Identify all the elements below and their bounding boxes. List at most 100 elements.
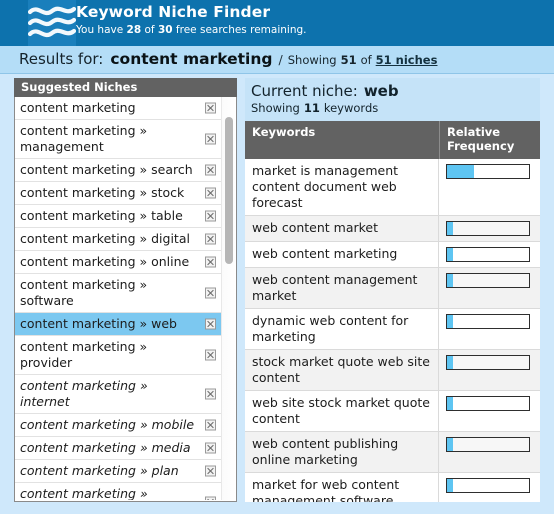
column-header-keywords[interactable]: Keywords — [245, 121, 439, 159]
frequency-bar-fill — [447, 479, 453, 492]
close-x-icon[interactable] — [205, 233, 216, 245]
frequency-bar-fill — [447, 438, 453, 451]
sidebar-scrollbar-thumb[interactable] — [225, 117, 233, 264]
keyword-row[interactable]: web content publishing online marketing — [245, 432, 540, 473]
total-niches-link[interactable]: 51 niches — [376, 53, 438, 67]
searches-remaining-prefix: You have — [76, 24, 127, 36]
niche-list-item[interactable]: content marketing » online — [15, 251, 221, 274]
keywords-table-body: market is management content document we… — [245, 159, 540, 502]
niche-list-item-label: content marketing » online — [20, 254, 190, 269]
close-x-icon[interactable] — [205, 187, 216, 199]
current-niche-value: web — [363, 82, 399, 100]
close-x-icon[interactable] — [205, 349, 216, 361]
column-header-relative-frequency[interactable]: Relative Frequency — [439, 121, 540, 159]
frequency-bar-track — [446, 221, 530, 236]
close-x-icon[interactable] — [205, 102, 216, 114]
frequency-bar-fill — [447, 356, 453, 369]
niche-list-item-label: content marketing » search — [20, 162, 193, 177]
keyword-row[interactable]: web content management market — [245, 268, 540, 309]
frequency-bar-track — [446, 355, 530, 370]
frequency-bar-track — [446, 437, 530, 452]
niche-list-item[interactable]: content marketing » stock — [15, 182, 221, 205]
keyword-row[interactable]: web content marketing — [245, 242, 540, 268]
niche-list-item-label: content marketing » mobile — [20, 417, 195, 432]
niche-list-item-label: content marketing » internet — [20, 378, 148, 409]
close-x-icon[interactable] — [205, 164, 216, 176]
keyword-text: web content marketing — [245, 242, 439, 267]
water-waves-icon — [28, 0, 76, 46]
niche-list-item[interactable]: content marketing » provider — [15, 336, 221, 375]
niche-list-item[interactable]: content marketing » table — [15, 205, 221, 228]
keyword-text: web content management market — [245, 268, 439, 308]
niche-list-item[interactable]: content marketing » management — [15, 120, 221, 159]
frequency-bar-track — [446, 314, 530, 329]
close-x-icon[interactable] — [205, 388, 216, 400]
frequency-bar-track — [446, 396, 530, 411]
frequency-bar-fill — [447, 315, 453, 328]
relative-frequency-cell — [439, 391, 540, 431]
niche-list-item-label: content marketing — [20, 100, 136, 115]
keyword-row[interactable]: market is management content document we… — [245, 159, 540, 216]
niche-list-item[interactable]: content marketing » mobile — [15, 414, 221, 437]
frequency-bar-track — [446, 273, 530, 288]
frequency-bar-track — [446, 164, 530, 179]
niche-list-item-label: content marketing » table — [20, 208, 183, 223]
column-header-relative: Relative — [447, 125, 501, 139]
niche-list-item[interactable]: content marketing » search — [15, 159, 221, 182]
keyword-text: stock market quote web site content — [245, 350, 439, 390]
keyword-row[interactable]: dynamic web content for marketing — [245, 309, 540, 350]
relative-frequency-cell — [439, 216, 540, 241]
niche-list-item[interactable]: content marketing » plan — [15, 460, 221, 483]
keyword-row[interactable]: market for web content management softwa… — [245, 473, 540, 502]
niche-list-item-label: content marketing » plan — [20, 463, 179, 478]
close-x-icon[interactable] — [205, 210, 216, 222]
close-x-icon[interactable] — [205, 442, 216, 454]
sidebar-scrollbar[interactable] — [221, 97, 236, 500]
current-niche-prefix: Current niche: — [251, 82, 358, 100]
close-x-icon[interactable] — [205, 496, 216, 500]
niche-list-item[interactable]: content marketing — [15, 97, 221, 120]
searches-used-count: 28 — [126, 24, 142, 36]
keyword-text: web content market — [245, 216, 439, 241]
close-x-icon[interactable] — [205, 133, 216, 145]
niche-list-item-label: content marketing » provider — [20, 339, 148, 370]
keywords-table: Keywords Relative Frequency market is ma… — [245, 121, 540, 502]
current-niche-panel: Current niche: web Showing 11 keywords Keyw… — [245, 78, 540, 502]
niche-list-item-label: content marketing » software — [20, 277, 148, 308]
keyword-count-line: Showing 11 keywords — [251, 101, 540, 116]
keyword-count-prefix: Showing — [251, 101, 300, 115]
niche-list-item[interactable]: content marketing » software — [15, 274, 221, 313]
niche-list-item[interactable]: content marketing » company — [15, 483, 221, 500]
searches-remaining-suffix: free searches remaining. — [172, 24, 307, 36]
close-x-icon[interactable] — [205, 465, 216, 477]
close-x-icon[interactable] — [205, 287, 216, 299]
relative-frequency-cell — [439, 350, 540, 390]
results-showing-count: 51 — [340, 53, 357, 67]
keyword-text: market for web content management softwa… — [245, 473, 439, 502]
frequency-bar-fill — [447, 165, 475, 178]
niche-list-item[interactable]: content marketing » web — [15, 313, 221, 336]
searches-remaining-mid: of — [141, 24, 158, 36]
keyword-text: market is management content document we… — [245, 159, 439, 215]
frequency-bar-fill — [447, 222, 453, 235]
niche-list-item-label: content marketing » company — [20, 486, 148, 500]
niche-list-item[interactable]: content marketing » internet — [15, 375, 221, 414]
relative-frequency-cell — [439, 268, 540, 308]
keyword-count-suffix: keywords — [323, 101, 379, 115]
frequency-bar-track — [446, 247, 530, 262]
keyword-row[interactable]: web site stock market quote content — [245, 391, 540, 432]
keyword-row[interactable]: web content market — [245, 216, 540, 242]
niche-list-item[interactable]: content marketing » digital — [15, 228, 221, 251]
relative-frequency-cell — [439, 473, 540, 502]
close-x-icon[interactable] — [205, 419, 216, 431]
keyword-row[interactable]: stock market quote web site content — [245, 350, 540, 391]
results-for-label: Results for: — [19, 50, 104, 68]
frequency-bar-fill — [447, 397, 453, 410]
niche-list-item[interactable]: content marketing » media — [15, 437, 221, 460]
close-x-icon[interactable] — [205, 256, 216, 268]
results-showing-of: of — [360, 53, 372, 67]
relative-frequency-cell — [439, 309, 540, 349]
results-query: content marketing — [110, 50, 273, 68]
close-x-icon[interactable] — [205, 318, 216, 330]
results-bar: Results for: content marketing / Showing 51 o… — [0, 46, 554, 74]
